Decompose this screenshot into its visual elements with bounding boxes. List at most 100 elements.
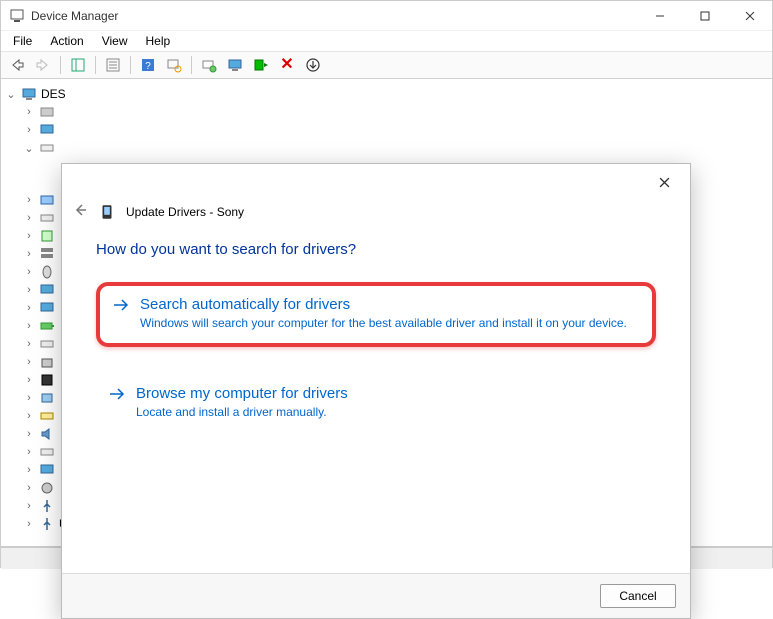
expand-icon[interactable]: › (23, 302, 35, 314)
device-category-icon (39, 480, 55, 496)
cancel-button[interactable]: Cancel (600, 584, 676, 608)
option-search-automatically[interactable]: Search automatically for drivers Windows… (96, 282, 656, 347)
toolbar-separator (130, 56, 131, 74)
expand-icon[interactable]: › (23, 374, 35, 386)
window-controls (637, 1, 772, 31)
device-category-icon (39, 444, 55, 460)
usb-icon (39, 516, 55, 532)
dialog-header (62, 164, 690, 200)
close-button[interactable] (727, 1, 772, 31)
usb-icon (39, 498, 55, 514)
content-area: ⌄ DES › › ⌄ › › › › › › › › › › › › › › … (1, 79, 772, 547)
expand-icon[interactable]: › (23, 518, 35, 530)
window-titlebar: Device Manager (1, 1, 772, 31)
tree-node[interactable]: ⌄ (5, 139, 768, 157)
expand-icon[interactable]: › (23, 428, 35, 440)
device-category-icon (39, 390, 55, 406)
menu-help[interactable]: Help (138, 32, 179, 50)
tree-root[interactable]: ⌄ DES (5, 85, 768, 103)
dialog-heading: How do you want to search for drivers? (96, 241, 656, 258)
minimize-button[interactable] (637, 1, 682, 31)
menubar: File Action View Help (1, 31, 772, 51)
disable-icon[interactable]: ✕ (275, 54, 299, 76)
monitor-icon (39, 282, 55, 298)
enable-icon[interactable] (249, 54, 273, 76)
network-icon (39, 300, 55, 316)
device-category-icon (39, 104, 55, 120)
update-driver-icon[interactable] (197, 54, 221, 76)
option-description: Windows will search your computer for th… (140, 315, 640, 331)
scan-hardware-icon[interactable] (162, 54, 186, 76)
expand-icon[interactable]: › (23, 248, 35, 260)
tree-node[interactable]: › (5, 121, 768, 139)
expand-icon[interactable]: › (23, 124, 35, 136)
audio-icon (39, 426, 55, 442)
expand-icon[interactable]: › (23, 284, 35, 296)
dialog-footer: Cancel (62, 573, 690, 618)
expand-icon[interactable]: › (23, 392, 35, 404)
system-icon (39, 462, 55, 478)
toolbar-separator (60, 56, 61, 74)
expand-icon[interactable]: › (23, 464, 35, 476)
device-category-icon (39, 246, 55, 262)
device-category-icon (39, 354, 55, 370)
show-hide-tree-icon[interactable] (66, 54, 90, 76)
uninstall-icon[interactable] (301, 54, 325, 76)
menu-view[interactable]: View (94, 32, 136, 50)
device-category-icon (39, 192, 55, 208)
expand-icon[interactable]: › (23, 194, 35, 206)
expand-icon[interactable]: › (23, 446, 35, 458)
option-browse-computer[interactable]: Browse my computer for drivers Locate an… (96, 375, 656, 432)
dialog-body: How do you want to search for drivers? S… (62, 231, 690, 573)
dialog-nav-title: Update Drivers - Sony (126, 205, 244, 219)
device-category-icon (39, 210, 55, 226)
collapse-icon[interactable]: ⌄ (5, 88, 17, 101)
back-arrow-icon[interactable] (72, 202, 88, 221)
device-icon (98, 203, 116, 221)
expand-icon[interactable]: › (23, 320, 35, 332)
computer-icon (21, 86, 37, 102)
tree-root-label: DES (41, 87, 66, 101)
collapse-icon[interactable]: ⌄ (23, 142, 35, 155)
expand-icon[interactable]: › (23, 500, 35, 512)
app-icon (9, 8, 25, 24)
expand-icon[interactable]: › (23, 106, 35, 118)
window-title: Device Manager (31, 9, 637, 23)
option-texts: Search automatically for drivers Windows… (140, 296, 640, 331)
device-category-icon (39, 408, 55, 424)
menu-action[interactable]: Action (42, 32, 91, 50)
help-icon[interactable]: ? (136, 54, 160, 76)
expand-icon[interactable]: › (23, 410, 35, 422)
forward-icon[interactable] (31, 54, 55, 76)
device-category-icon (39, 228, 55, 244)
device-category-icon (39, 122, 55, 138)
option-description: Locate and install a driver manually. (136, 404, 644, 420)
maximize-button[interactable] (682, 1, 727, 31)
expand-icon[interactable]: › (23, 266, 35, 278)
svg-text:?: ? (145, 61, 151, 72)
mouse-icon (39, 264, 55, 280)
option-title: Search automatically for drivers (140, 296, 640, 313)
dialog-close-button[interactable] (644, 167, 684, 197)
x-icon: ✕ (280, 57, 293, 73)
device-category-icon (39, 336, 55, 352)
expand-icon[interactable]: › (23, 356, 35, 368)
processor-icon (39, 372, 55, 388)
drive-icon (39, 140, 55, 156)
update-drivers-dialog: Update Drivers - Sony How do you want to… (61, 163, 691, 619)
toolbar-separator (95, 56, 96, 74)
tree-node[interactable]: › (5, 103, 768, 121)
expand-icon[interactable]: › (23, 230, 35, 242)
properties-icon[interactable] (101, 54, 125, 76)
expand-icon[interactable]: › (23, 482, 35, 494)
toolbar-separator (191, 56, 192, 74)
expand-icon[interactable]: › (23, 338, 35, 350)
menu-file[interactable]: File (5, 32, 40, 50)
option-title: Browse my computer for drivers (136, 385, 644, 402)
toolbar: ? ✕ (1, 51, 772, 79)
back-icon[interactable] (5, 54, 29, 76)
dialog-nav: Update Drivers - Sony (62, 200, 690, 231)
expand-icon[interactable]: › (23, 212, 35, 224)
option-texts: Browse my computer for drivers Locate an… (136, 385, 644, 420)
device-icon-tool[interactable] (223, 54, 247, 76)
